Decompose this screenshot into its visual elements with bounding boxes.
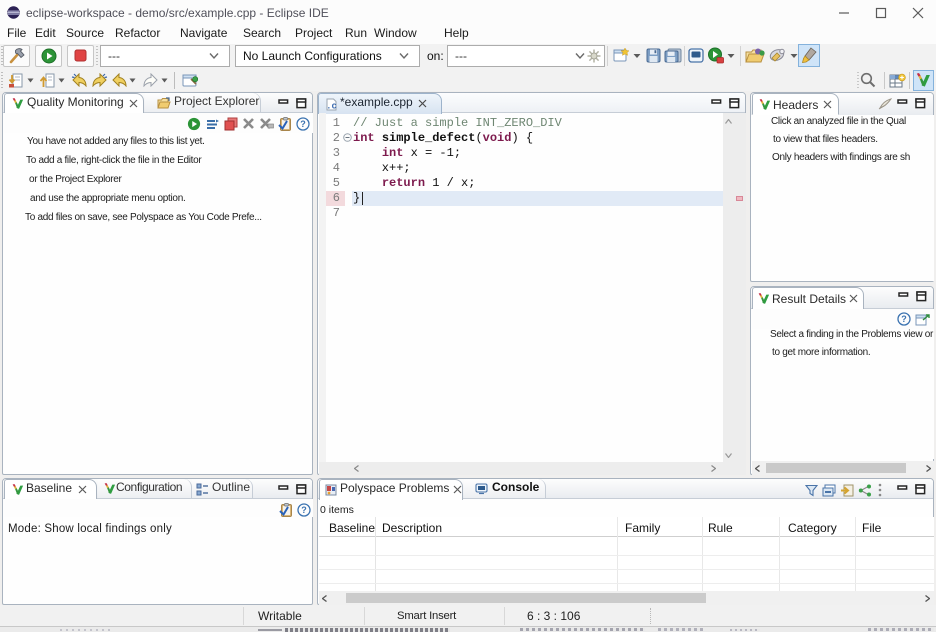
svg-text:?: ? [901, 314, 907, 324]
svg-text:.c: .c [326, 102, 337, 112]
svg-text:?: ? [300, 119, 306, 129]
svg-text:?: ? [301, 505, 307, 515]
